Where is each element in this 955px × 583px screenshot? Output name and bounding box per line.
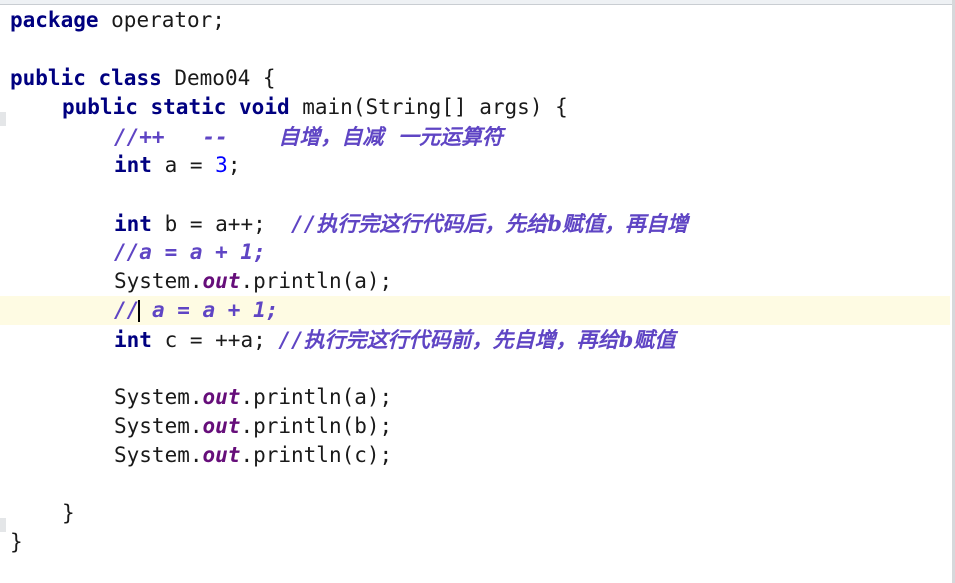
static-field: out	[202, 385, 241, 409]
number-literal: 3	[215, 153, 228, 177]
static-field: out	[202, 443, 241, 467]
comment-text: 自增，自减 一元运算符	[278, 124, 503, 149]
code-text: .println(a);	[240, 385, 393, 409]
fold-marker-icon[interactable]	[0, 518, 6, 532]
closing-brace: }	[10, 530, 23, 554]
code-line-17-blank[interactable]	[10, 470, 950, 499]
comment-text: 执行完这行代码后，先给b赋值，再自增	[316, 211, 688, 236]
code-text: main(String[] args) {	[289, 95, 568, 119]
code-line-5[interactable]: //++ -- 自增，自减 一元运算符	[10, 122, 950, 151]
static-field: out	[202, 414, 241, 438]
code-text: .println(c);	[240, 443, 393, 467]
code-text: System.	[114, 414, 203, 438]
comment-code: //a = a + 1;	[114, 240, 266, 264]
code-text: .println(a);	[240, 269, 393, 293]
keyword: class	[98, 66, 162, 90]
code-line-12[interactable]: int c = ++a; //执行完这行代码前，先自增，再给b赋值	[10, 325, 950, 354]
code-line-7-blank[interactable]	[10, 180, 950, 209]
code-text: a =	[151, 153, 216, 177]
code-text: System.	[114, 269, 203, 293]
code-area[interactable]: package operator; public class Demo04 { …	[0, 6, 950, 557]
comment-code: //	[278, 328, 304, 352]
code-line-15[interactable]: System.out.println(b);	[10, 412, 950, 441]
keyword: static	[150, 95, 227, 119]
keyword: public	[62, 95, 138, 119]
code-line-16[interactable]: System.out.println(c);	[10, 441, 950, 470]
code-line-14[interactable]: System.out.println(a);	[10, 383, 950, 412]
keyword: public	[10, 66, 86, 90]
code-text: operator;	[98, 8, 225, 32]
keyword: package	[10, 8, 99, 32]
code-line-13-blank[interactable]	[10, 354, 950, 383]
code-line-2-blank[interactable]	[10, 35, 950, 64]
code-line-4[interactable]: public static void main(String[] args) {	[10, 93, 950, 122]
code-line-6[interactable]: int a = 3;	[10, 151, 950, 180]
code-text: System.	[114, 443, 203, 467]
code-editor[interactable]: package operator; public class Demo04 { …	[0, 0, 955, 583]
code-text: System.	[114, 385, 203, 409]
code-text: .println(b);	[240, 414, 393, 438]
comment-code: //	[114, 298, 140, 322]
comment-code: //++ --	[114, 125, 279, 149]
code-text: c = ++a;	[151, 328, 279, 352]
keyword: int	[114, 212, 152, 236]
code-line-10[interactable]: System.out.println(a);	[10, 267, 950, 296]
code-line-8[interactable]: int b = a++; //执行完这行代码后，先给b赋值，再自增	[10, 209, 950, 238]
code-line-18[interactable]: }	[10, 499, 950, 528]
code-line-3[interactable]: public class Demo04 {	[10, 64, 950, 93]
keyword: void	[239, 95, 290, 119]
code-line-9[interactable]: //a = a + 1;	[10, 238, 950, 267]
code-line-1[interactable]: package operator;	[10, 6, 950, 35]
editor-top-border	[0, 0, 955, 5]
code-line-19[interactable]: }	[10, 528, 950, 557]
closing-brace: }	[62, 501, 75, 525]
code-text: b = a++;	[151, 212, 292, 236]
static-field: out	[202, 269, 241, 293]
fold-marker-icon[interactable]	[0, 112, 6, 126]
comment-text: 执行完这行代码前，先自增，再给b赋值	[303, 327, 676, 352]
keyword: int	[114, 328, 152, 352]
code-line-11-current[interactable]: // a = a + 1;	[0, 296, 950, 325]
code-text: ;	[227, 153, 241, 177]
comment-code: a = a + 1;	[139, 298, 279, 322]
code-text: Demo04 {	[161, 66, 276, 90]
comment-code: //	[291, 212, 317, 236]
keyword: int	[114, 153, 152, 177]
